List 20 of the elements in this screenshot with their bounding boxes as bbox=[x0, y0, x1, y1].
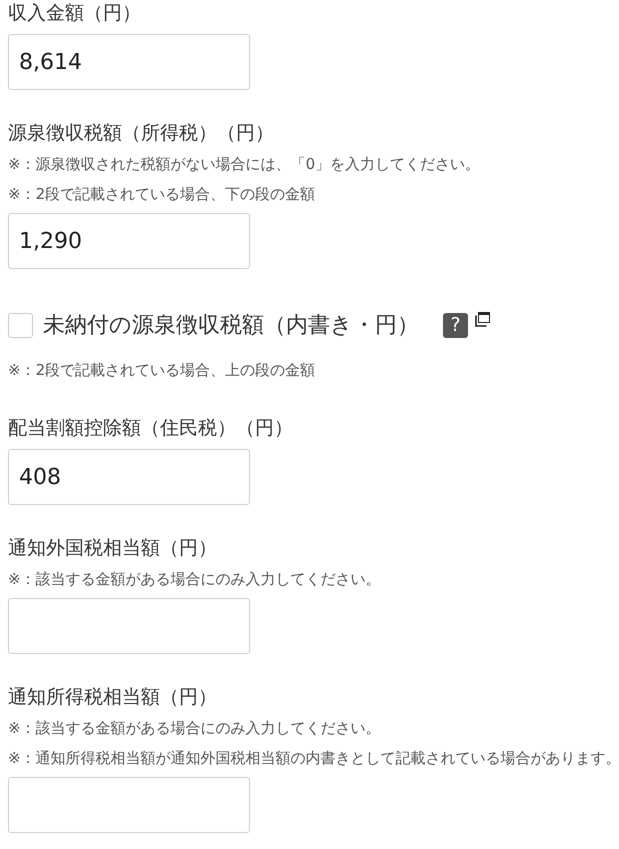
note-text: ※：源泉徴収された税額がない場合には、「0」を入力してください。 bbox=[8, 154, 482, 175]
input-field[interactable]: 408 bbox=[8, 449, 250, 505]
field-label: 通知所得税相当額（円） bbox=[8, 685, 218, 710]
field-label: 配当割額控除額（住民税）（円） bbox=[8, 416, 294, 441]
overlapping-windows-icon[interactable] bbox=[475, 312, 490, 327]
help-button[interactable]: ? bbox=[443, 312, 468, 338]
note-text: ※：2段で記載されている場合、下の段の金額 bbox=[8, 184, 316, 205]
field-label: 源泉徴収税額（所得税）（円） bbox=[8, 121, 275, 146]
input-field[interactable] bbox=[8, 777, 250, 833]
input-field[interactable]: 1,290 bbox=[8, 213, 250, 269]
checkbox[interactable] bbox=[8, 312, 33, 338]
input-field[interactable]: 8,614 bbox=[8, 34, 250, 90]
input-field[interactable] bbox=[8, 598, 250, 654]
note-text: ※：通知所得税相当額が通知外国税相当額の内書きとして記載されている場合があります。 bbox=[8, 748, 619, 769]
field-label: 通知外国税相当額（円） bbox=[8, 536, 218, 561]
note-text: ※：2段で記載されている場合、上の段の金額 bbox=[8, 360, 316, 381]
field-label: 収入金額（円） bbox=[8, 1, 142, 26]
note-text: ※：該当する金額がある場合にのみ入力してください。 bbox=[8, 718, 382, 739]
checkbox-label[interactable]: 未納付の源泉徴収税額（内書き・円） bbox=[43, 310, 419, 340]
note-text: ※：該当する金額がある場合にのみ入力してください。 bbox=[8, 569, 382, 590]
